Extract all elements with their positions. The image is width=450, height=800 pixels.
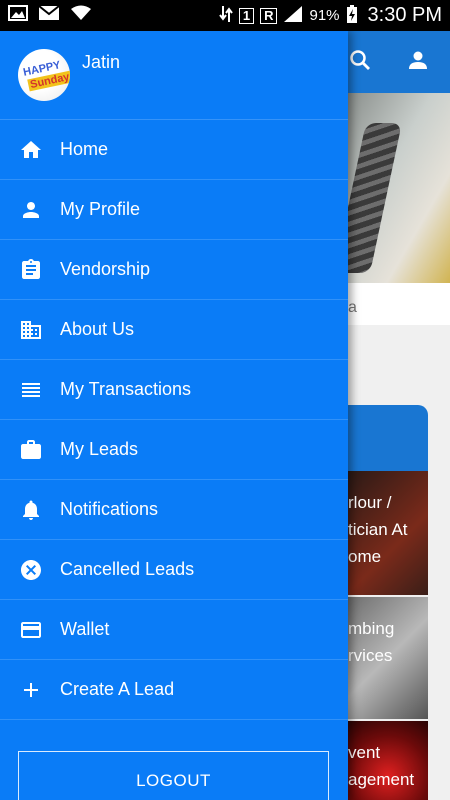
menu-item-create-a-lead[interactable]: Create A Lead <box>0 660 348 720</box>
service-tile[interactable]: vent agement <box>348 721 428 800</box>
menu-item-label: Create A Lead <box>60 679 175 699</box>
avatar[interactable]: HAPPY Sunday <box>18 49 70 101</box>
hero-caption: a <box>348 283 450 325</box>
gallery-icon <box>8 5 28 26</box>
drawer-header: HAPPY Sunday Jatin <box>0 31 348 120</box>
menu-item-label: My Transactions <box>60 379 192 399</box>
plus-icon <box>0 678 60 702</box>
menu-item-label: About Us <box>60 319 135 339</box>
battery-percent: 91% <box>309 7 340 24</box>
menu-item-home[interactable]: Home <box>0 120 348 180</box>
menu-item-label: Wallet <box>60 619 110 639</box>
cancel-circle-icon <box>0 558 60 582</box>
service-tile[interactable]: mbing rvices <box>348 597 428 719</box>
service-tile[interactable]: rlour / tician At ome <box>348 471 428 595</box>
wifi-icon <box>70 5 92 26</box>
menu-item-label: Notifications <box>60 499 159 519</box>
menu-item-label: Home <box>60 139 109 159</box>
menu-item-wallet[interactable]: Wallet <box>0 600 348 660</box>
clock: 3:30 PM <box>367 4 442 26</box>
bell-icon <box>0 498 60 522</box>
logout-button[interactable]: LOGOUT <box>18 751 329 800</box>
menu-item-about-us[interactable]: About Us <box>0 300 348 360</box>
menu-item-label: My Profile <box>60 199 141 219</box>
services-card-header <box>348 405 428 471</box>
signal-icon <box>283 5 303 27</box>
roaming-badge: R <box>260 7 278 24</box>
home-icon <box>0 138 60 162</box>
menu-item-label: Vendorship <box>60 259 151 279</box>
menu-item-my-leads[interactable]: My Leads <box>0 420 348 480</box>
status-bar: 1 R 91% 3:30 PM <box>0 0 450 31</box>
background-screen: a rlour / tician At ome mbing rvices ven… <box>348 31 450 800</box>
menu-item-label: Cancelled Leads <box>60 559 195 579</box>
data-arrows-icon <box>219 5 233 27</box>
battery-charging-icon <box>346 4 358 28</box>
menu-item-my-transactions[interactable]: My Transactions <box>0 360 348 420</box>
briefcase-icon <box>0 438 60 462</box>
app-bar <box>348 31 450 93</box>
hero-image <box>348 93 450 283</box>
building-icon <box>0 318 60 342</box>
menu-item-my-profile[interactable]: My Profile <box>0 180 348 240</box>
gmail-icon <box>38 5 60 26</box>
menu-item-label: My Leads <box>60 439 139 459</box>
user-name: Jatin <box>82 52 121 72</box>
list-icon <box>0 378 60 402</box>
card-icon <box>0 618 60 642</box>
search-icon[interactable] <box>348 48 372 77</box>
navigation-drawer: HAPPY Sunday Jatin Home My Profile Vendo… <box>0 31 348 800</box>
menu-item-cancelled-leads[interactable]: Cancelled Leads <box>0 540 348 600</box>
menu-item-notifications[interactable]: Notifications <box>0 480 348 540</box>
person-icon <box>0 198 60 222</box>
clipboard-icon <box>0 258 60 282</box>
sim-badge: 1 <box>238 7 255 24</box>
account-icon[interactable] <box>406 48 430 77</box>
menu-item-vendorship[interactable]: Vendorship <box>0 240 348 300</box>
